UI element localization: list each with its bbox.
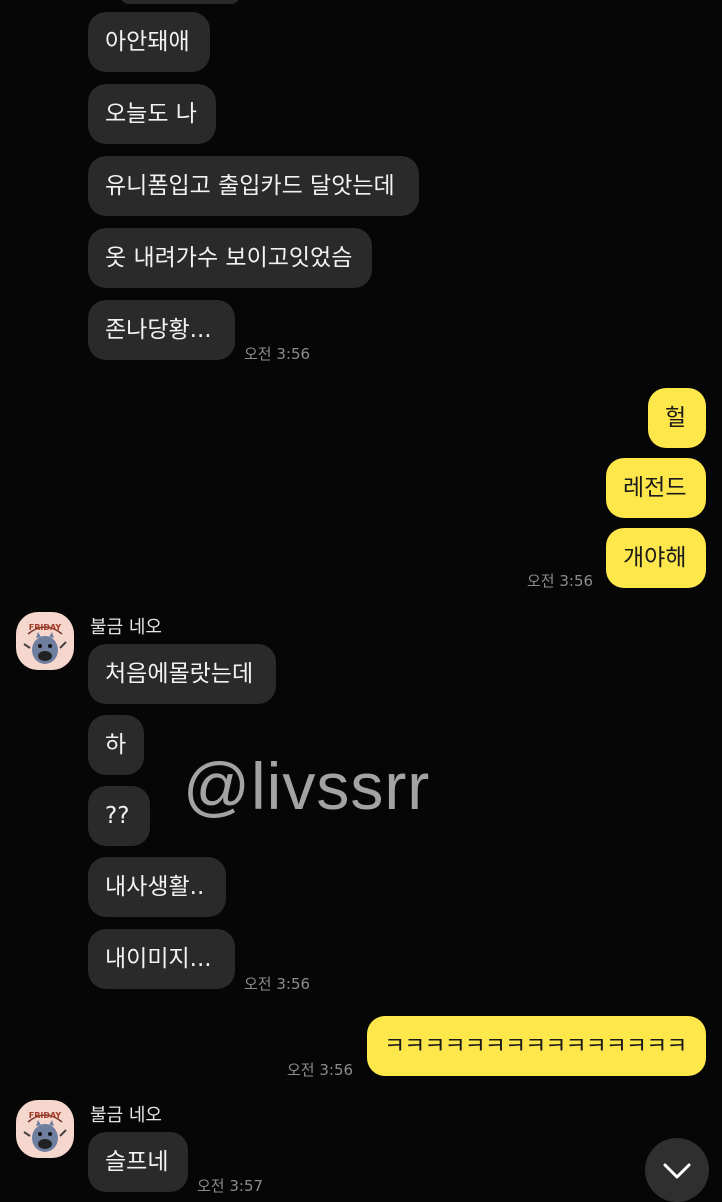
outgoing-message-bubble[interactable]: 헐 (648, 388, 706, 448)
sender-name: 불금 네오 (90, 617, 162, 638)
incoming-message-bubble[interactable]: 내사생활.. (88, 857, 226, 917)
incoming-message-bubble[interactable]: 아안돼애 (88, 12, 210, 72)
outgoing-message-bubble[interactable]: ㅋㅋㅋㅋㅋㅋㅋㅋㅋㅋㅋㅋㅋㅋㅋ (367, 1016, 706, 1076)
incoming-message-bubble[interactable]: 슬프네 (88, 1132, 188, 1192)
outgoing-message-bubble[interactable]: 레전드 (606, 458, 706, 518)
incoming-message-bubble[interactable]: 처음에몰랏는데 (88, 644, 276, 704)
previous-message-bubble (120, 0, 240, 4)
avatar-lettering: FRIDAY (29, 1111, 62, 1120)
sender-avatar[interactable]: FRIDAY (16, 1100, 74, 1158)
message-timestamp: 오전 3:56 (527, 572, 594, 590)
neo-character-icon: FRIDAY (23, 1111, 67, 1152)
incoming-message-bubble[interactable]: 존나당황... (88, 300, 235, 360)
outgoing-message-bubble[interactable]: 개야해 (606, 528, 706, 588)
sender-avatar[interactable]: FRIDAY (16, 612, 74, 670)
message-timestamp: 오전 3:56 (244, 975, 311, 993)
scroll-to-bottom-button[interactable] (645, 1138, 709, 1202)
incoming-message-bubble[interactable]: 하 (88, 715, 144, 775)
message-timestamp: 오전 3:56 (287, 1061, 354, 1079)
neo-character-icon: FRIDAY (23, 623, 67, 664)
chevron-down-icon (663, 1163, 691, 1179)
chat-window[interactable]: 아안돼애 오늘도 나 유니폼입고 출입카드 달앗는데 옷 내려가수 보이고잇었슴… (0, 0, 722, 1202)
incoming-message-bubble[interactable]: ?? (88, 786, 150, 846)
message-timestamp: 오전 3:56 (244, 345, 311, 363)
watermark-text: @livssrr (183, 749, 431, 823)
message-timestamp: 오전 3:57 (197, 1177, 264, 1195)
incoming-message-bubble[interactable]: 옷 내려가수 보이고잇었슴 (88, 228, 372, 288)
sender-name: 불금 네오 (90, 1105, 162, 1126)
avatar-lettering: FRIDAY (29, 623, 62, 632)
incoming-message-bubble[interactable]: 유니폼입고 출입카드 달앗는데 (88, 156, 419, 216)
incoming-message-bubble[interactable]: 오늘도 나 (88, 84, 216, 144)
incoming-message-bubble[interactable]: 내이미지... (88, 929, 235, 989)
